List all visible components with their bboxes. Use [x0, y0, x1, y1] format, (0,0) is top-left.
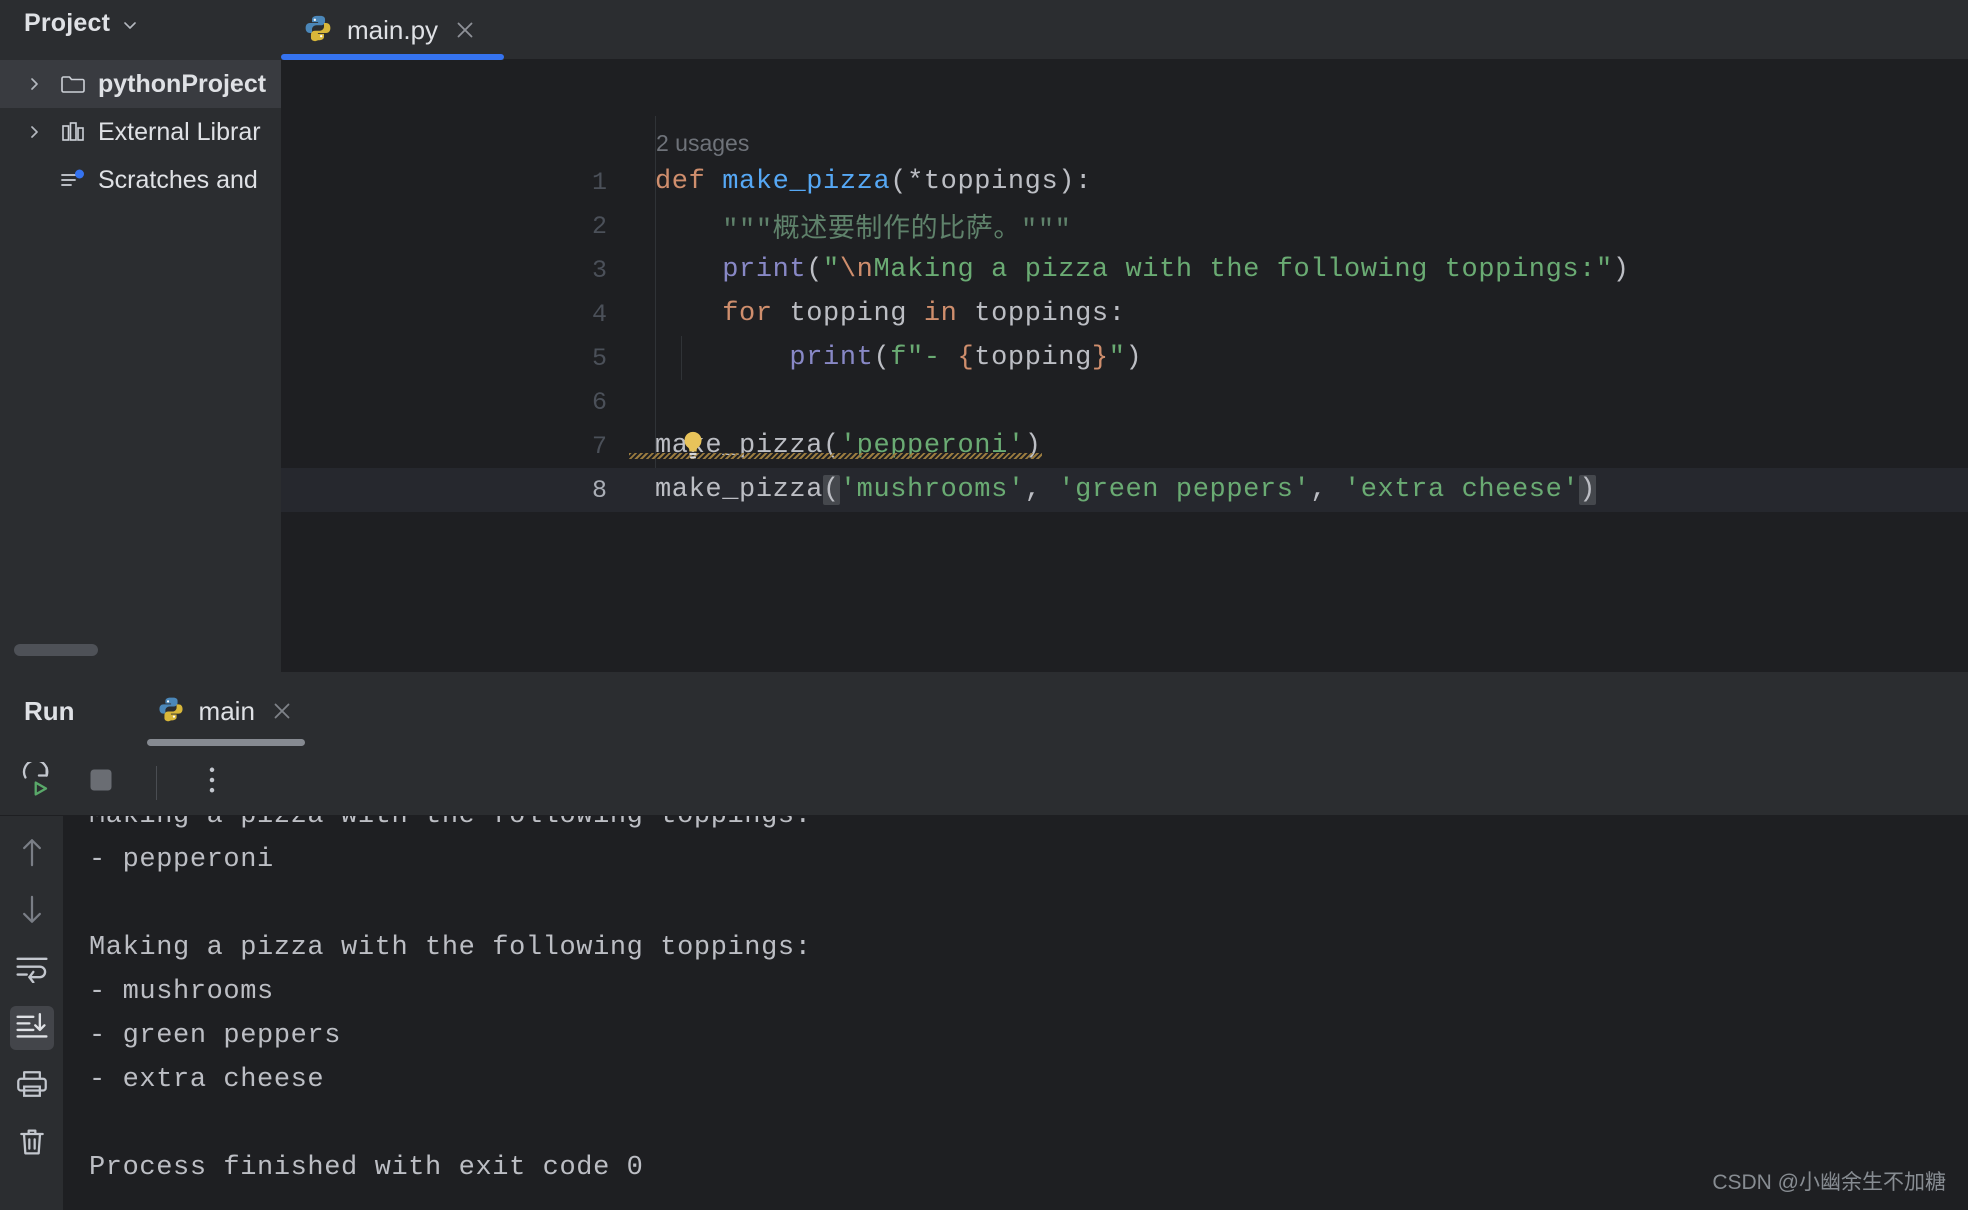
code-editor[interactable]: 2 usages 1 def make_pizza(*toppings): 2 … — [281, 60, 1968, 672]
run-panel-title: Run — [24, 695, 75, 726]
console-line: - pepperoni — [89, 845, 274, 875]
code-line[interactable]: 4 for topping in toppings: — [281, 292, 1968, 336]
top-area: Project pythonProject External Librar Sc… — [0, 0, 1968, 672]
soft-wrap-icon — [15, 953, 49, 988]
console-line: - mushrooms — [89, 977, 274, 1007]
sidebar-item-scratches[interactable]: Scratches and — [0, 156, 281, 204]
more-vertical-icon — [198, 763, 226, 802]
line-number: 7 — [591, 431, 607, 461]
sidebar-item-pythonproject[interactable]: pythonProject — [0, 60, 281, 108]
ide-window: Project pythonProject External Librar Sc… — [0, 0, 1968, 1210]
stop-icon — [87, 766, 115, 799]
editor-pane: main.py 2 usages 1 def make_pizza(*toppi… — [281, 0, 1968, 672]
tab-main-py[interactable]: main.py — [281, 0, 505, 60]
folder-icon — [58, 73, 88, 95]
console-line: - extra cheese — [89, 1065, 325, 1095]
line-number: 2 — [591, 211, 607, 241]
code-lines: 1 def make_pizza(*toppings): 2 """概述要制作的… — [281, 160, 1968, 512]
console-output[interactable]: Making a pizza with the following toppin… — [63, 816, 1968, 1210]
code-line-text: """概述要制作的比萨。""" — [722, 216, 1072, 246]
code-line[interactable]: 3 print("\nMaking a pizza with the follo… — [281, 248, 1968, 292]
run-toolbar — [0, 750, 1968, 816]
next-occurrence-button[interactable] — [10, 890, 54, 934]
code-line[interactable]: 7 make_pizza('pepperoni') — [281, 424, 1968, 468]
rerun-button[interactable] — [14, 759, 60, 806]
console-line: Making a pizza with the following toppin… — [89, 816, 812, 831]
watermark: CSDN @小幽余生不加糖 — [1712, 1171, 1946, 1194]
line-number: 1 — [591, 167, 607, 197]
stop-button[interactable] — [78, 760, 124, 806]
sidebar-item-label: Scratches and — [98, 165, 258, 194]
scroll-to-end-button[interactable] — [9, 1006, 54, 1050]
trash-icon — [16, 1126, 48, 1163]
run-tab-main[interactable]: main — [146, 672, 305, 750]
console-gutter — [0, 816, 63, 1210]
python-icon — [157, 695, 185, 728]
line-number: 3 — [591, 255, 607, 285]
arrow-down-icon — [18, 893, 46, 932]
more-options-button[interactable] — [189, 760, 235, 806]
chevron-right-icon[interactable] — [22, 75, 48, 93]
printer-icon — [15, 1068, 49, 1105]
line-number: 4 — [591, 299, 607, 329]
sidebar-item-label: External Librar — [98, 117, 261, 146]
code-line-text: make_pizza('mushrooms', 'green peppers',… — [655, 475, 1597, 505]
editor-tabbar: main.py — [281, 0, 1968, 60]
project-title: Project — [24, 8, 111, 37]
line-number: 6 — [591, 387, 607, 417]
close-icon[interactable] — [452, 17, 478, 43]
project-tree: pythonProject External Librar Scratches … — [0, 60, 281, 204]
toolbar-separator — [156, 765, 157, 800]
project-header[interactable]: Project — [0, 0, 281, 46]
scroll-to-end-icon — [15, 1011, 49, 1046]
lightbulb-icon[interactable] — [678, 430, 708, 462]
scratches-icon — [58, 168, 88, 192]
chevron-down-icon[interactable] — [122, 17, 138, 33]
code-line[interactable]: 1 def make_pizza(*toppings): — [281, 160, 1968, 204]
console-line: Process finished with exit code 0 — [89, 1153, 644, 1183]
code-line-text: def make_pizza(*toppings): — [655, 167, 1092, 197]
code-line-text: print("\nMaking a pizza with the followi… — [722, 255, 1630, 285]
print-button[interactable] — [10, 1064, 54, 1108]
sidebar-horizontal-scrollbar[interactable] — [14, 644, 98, 656]
code-line[interactable]: 5 print(f"- {topping}") — [281, 336, 1968, 380]
code-line-text: print(f"- {topping}") — [789, 343, 1143, 373]
console-line: Making a pizza with the following toppin… — [89, 933, 812, 963]
run-tab-active-indicator — [146, 739, 305, 746]
sidebar-item-external-libraries[interactable]: External Librar — [0, 108, 281, 156]
console-lines: Making a pizza with the following toppin… — [89, 816, 1968, 1190]
run-header: Run main — [0, 672, 1968, 750]
chevron-right-icon[interactable] — [22, 123, 48, 141]
line-number: 8 — [591, 475, 607, 505]
close-icon[interactable] — [269, 698, 295, 724]
tab-label: main.py — [347, 14, 439, 45]
inlay-usages-hint[interactable]: 2 usages — [656, 130, 749, 157]
previous-occurrence-button[interactable] — [10, 832, 54, 876]
rerun-icon — [19, 759, 55, 803]
code-line-current[interactable]: 8 make_pizza('mushrooms', 'green peppers… — [281, 468, 1968, 512]
python-icon — [303, 13, 333, 48]
sidebar-item-label: pythonProject — [98, 69, 267, 98]
run-body: Making a pizza with the following toppin… — [0, 816, 1968, 1210]
tabbar-empty-space — [504, 0, 1968, 60]
console-line: - green peppers — [89, 1021, 342, 1051]
code-line-text: for topping in toppings: — [722, 299, 1126, 329]
project-sidebar: Project pythonProject External Librar Sc… — [0, 0, 281, 672]
arrow-up-icon — [18, 835, 46, 874]
run-tool-window: Run main Making a pizza with the followi… — [0, 672, 1968, 1210]
run-tab-label: main — [198, 695, 255, 726]
line-number: 5 — [591, 343, 607, 373]
clear-all-button[interactable] — [10, 1122, 54, 1166]
code-line[interactable]: 6 — [281, 380, 1968, 424]
indent-guide — [681, 336, 682, 380]
soft-wrap-button[interactable] — [10, 948, 54, 992]
library-icon — [58, 120, 88, 144]
code-line[interactable]: 2 """概述要制作的比萨。""" — [281, 204, 1968, 248]
